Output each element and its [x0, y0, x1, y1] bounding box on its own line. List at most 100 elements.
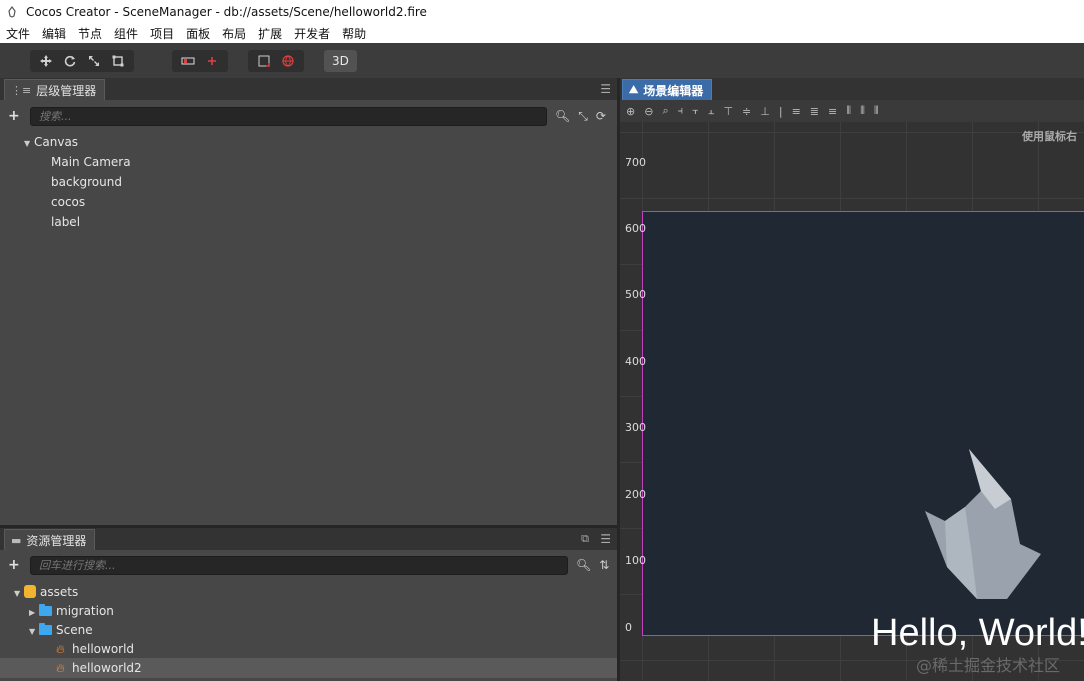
pivot-local-button[interactable] — [176, 52, 200, 70]
menu-layout[interactable]: 布局 — [222, 25, 246, 42]
assets-tab-label: 资源管理器 — [26, 533, 87, 548]
node-label: Main Camera — [51, 155, 131, 169]
zoom-in-icon[interactable]: ⊕ — [626, 105, 635, 118]
toggle-3d-button[interactable]: 3D — [324, 49, 357, 72]
globe-icon — [282, 54, 294, 67]
tree-item-main-camera[interactable]: Main Camera — [51, 152, 131, 172]
node-label: Canvas — [34, 135, 79, 149]
scene-tabstrip: ⛰ 场景编辑器 — [620, 78, 1084, 100]
hierarchy-panel: ⋮≡ 层级管理器 ☰ + 搜索... 🔍︎ ⤡ ⟳ ▼ Canvas Main C… — [0, 78, 617, 525]
assets-search-icon[interactable]: 🔍︎ — [576, 558, 591, 572]
distribute-vcenter-icon[interactable]: ≣ — [810, 105, 819, 118]
pivot-local-icon — [181, 57, 195, 64]
menu-edit[interactable]: 编辑 — [42, 25, 66, 42]
align-vcenter-icon[interactable]: ≑ — [742, 105, 751, 118]
menu-component[interactable]: 组件 — [114, 25, 138, 42]
ruler-tick: 500 — [625, 288, 646, 301]
gizmo-bounds-button[interactable] — [252, 52, 276, 70]
asset-label: Scene — [56, 623, 93, 637]
align-bottom-icon[interactable]: ⊥ — [760, 105, 770, 118]
expand-arrow-icon[interactable]: ▼ — [14, 584, 24, 604]
expand-arrow-icon[interactable]: ▼ — [24, 134, 34, 154]
tree-item-helloworld2[interactable]: 🔥︎ helloworld2 — [56, 658, 142, 678]
menu-help[interactable]: 帮助 — [342, 25, 366, 42]
tab-scene-editor[interactable]: ⛰ 场景编辑器 — [622, 79, 713, 100]
pivot-tool-group — [172, 49, 228, 72]
tab-assets[interactable]: ▬ 资源管理器 — [4, 529, 96, 550]
ruler-tick: 700 — [625, 156, 646, 169]
align-right-icon[interactable]: ⫠ — [708, 104, 715, 118]
menu-bar: 文件 编辑 节点 组件 项目 面板 布局 扩展 开发者 帮助 — [0, 24, 1084, 43]
folder-tab-icon: ▬ — [11, 533, 22, 547]
distribute-top-icon[interactable]: ≡ — [792, 105, 801, 118]
hierarchy-search-input[interactable]: 搜索... — [30, 106, 547, 126]
rotate-tool-button[interactable] — [58, 52, 82, 70]
tree-item-scene-folder[interactable]: ▼ Scene — [29, 620, 93, 640]
panel-menu-icon[interactable]: ☰ — [600, 82, 611, 96]
expand-arrow-icon[interactable]: ▼ — [29, 622, 39, 642]
tree-item-assets-db[interactable]: ▼ assets — [14, 582, 78, 602]
asset-label: helloworld — [72, 642, 135, 656]
tree-item-cocos[interactable]: cocos — [51, 192, 85, 212]
align-top-icon[interactable]: ⊤ — [723, 105, 733, 118]
menu-panel[interactable]: 面板 — [186, 25, 210, 42]
tree-item-helloworld[interactable]: 🔥︎ helloworld — [56, 639, 134, 659]
ruler-tick: 200 — [625, 488, 646, 501]
node-label: cocos — [51, 195, 86, 209]
tree-item-canvas[interactable]: ▼ Canvas — [24, 132, 78, 152]
folder-icon — [39, 623, 52, 635]
align-hcenter-icon[interactable]: ⫟ — [692, 104, 699, 118]
rect-tool-button[interactable] — [106, 52, 130, 70]
asset-label: migration — [56, 604, 114, 618]
distribute-left-icon[interactable]: ⦀ — [846, 104, 851, 118]
add-node-button[interactable]: + — [8, 108, 22, 124]
menu-file[interactable]: 文件 — [6, 25, 30, 42]
menu-extension[interactable]: 扩展 — [258, 25, 282, 42]
menu-node[interactable]: 节点 — [78, 25, 102, 42]
zoom-out-icon[interactable]: ⊖ — [644, 105, 653, 118]
gizmo-world-button[interactable] — [276, 52, 300, 70]
rotate-icon — [64, 55, 76, 66]
hello-world-label[interactable]: Hello, World! — [871, 612, 1084, 655]
distribute-right-icon[interactable]: ⦀ — [874, 104, 879, 118]
distribute-hcenter-icon[interactable]: ⦀ — [860, 104, 865, 118]
pivot-center-button[interactable] — [200, 52, 224, 70]
ruler-tick: 400 — [625, 355, 646, 368]
assets-search-row: + 回车进行搜索... 🔍︎ ⇅ — [0, 553, 617, 577]
collapse-icon[interactable]: ⤡ — [578, 109, 588, 124]
rect-transform-icon — [112, 55, 124, 66]
assets-panel-menu-icon[interactable]: ☰ — [600, 532, 611, 546]
restore-panel-icon[interactable]: ⧉ — [581, 532, 589, 546]
scale-icon — [89, 55, 99, 66]
fire-scene-icon: 🔥︎ — [56, 661, 65, 675]
align-left-icon[interactable]: ⫞ — [678, 104, 684, 118]
tree-item-migration[interactable]: ▶ migration — [29, 601, 114, 621]
tree-item-background[interactable]: background — [51, 172, 122, 192]
scene-editor-panel: ⛰ 场景编辑器 ⊕ ⊖ ⌕ ⫞ ⫟ ⫠ ⊤ ≑ ⊥ | ≡ ≣ ≡ ⦀ ⦀ ⦀ … — [620, 78, 1084, 681]
tab-hierarchy[interactable]: ⋮≡ 层级管理器 — [4, 79, 106, 100]
vertical-ruler: 700 600 500 400 300 200 100 0 — [620, 122, 646, 681]
panel-splitter-horizontal[interactable] — [0, 525, 617, 528]
create-asset-button[interactable]: + — [8, 557, 22, 573]
toolbar-separator: | — [778, 104, 783, 118]
scene-viewport[interactable]: Hello, World! 700 600 500 400 300 200 10… — [620, 122, 1084, 681]
assets-panel: ▬ 资源管理器 ⧉ ☰ + 回车进行搜索... 🔍︎ ⇅ ▼ assets ▶ mi… — [0, 528, 617, 681]
menu-developer[interactable]: 开发者 — [294, 25, 330, 42]
database-icon — [24, 585, 36, 598]
scene-toolbar: ⊕ ⊖ ⌕ ⫞ ⫟ ⫠ ⊤ ≑ ⊥ | ≡ ≣ ≡ ⦀ ⦀ ⦀ — [620, 100, 1084, 122]
assets-search-input[interactable]: 回车进行搜索... — [30, 555, 568, 575]
distribute-bottom-icon[interactable]: ≡ — [828, 105, 837, 118]
refresh-icon[interactable]: ⟳ — [596, 109, 606, 123]
search-icon[interactable]: 🔍︎ — [555, 109, 570, 123]
canvas-design-rect[interactable]: Hello, World! — [642, 211, 1084, 654]
tree-item-label[interactable]: label — [51, 212, 80, 232]
asset-label: assets — [40, 585, 79, 599]
menu-project[interactable]: 项目 — [150, 25, 174, 42]
ruler-tick: 600 — [625, 222, 646, 235]
move-tool-button[interactable] — [34, 52, 58, 70]
hierarchy-tree-icon: ⋮≡ — [11, 83, 32, 97]
sort-icon[interactable]: ⇅ — [599, 558, 609, 572]
scale-tool-button[interactable] — [82, 52, 106, 70]
zoom-reset-icon[interactable]: ⌕ — [662, 104, 668, 118]
node-label: label — [51, 215, 81, 229]
